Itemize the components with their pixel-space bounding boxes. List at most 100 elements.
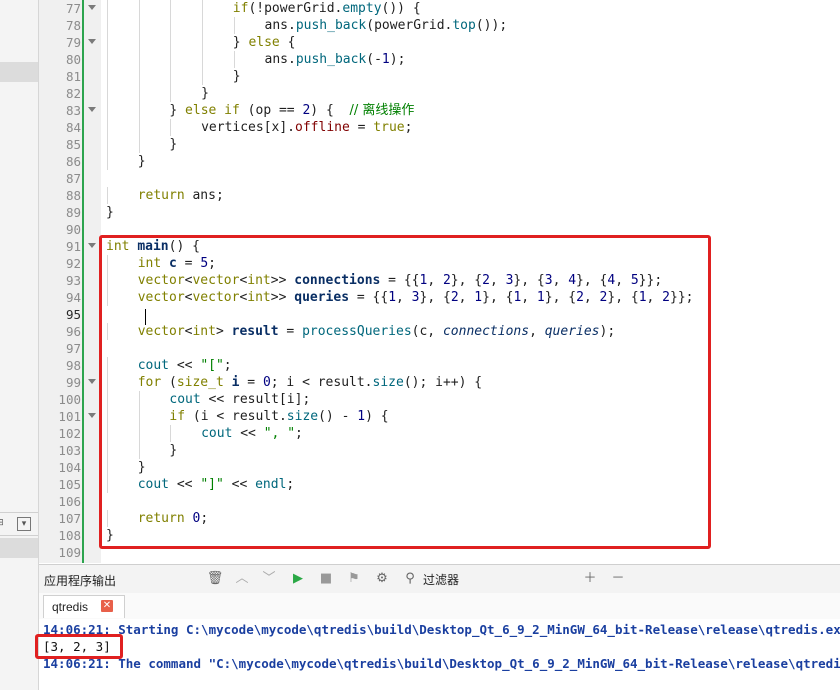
line-number: 91 <box>65 239 81 254</box>
line-number: 87 <box>65 171 81 186</box>
line-number: 97 <box>65 341 81 356</box>
code-text: } <box>169 137 178 152</box>
output-tab-bar: qtredis ✕ <box>39 593 840 619</box>
chevron-up-icon[interactable]: ︿ <box>233 570 251 588</box>
collapse-icon[interactable]: ▾ <box>17 517 31 531</box>
search-icon[interactable]: ⚲ <box>401 570 419 588</box>
indent-guide <box>107 85 108 102</box>
line-number: 101 <box>58 409 81 424</box>
highlight-box-main-function <box>99 235 711 549</box>
code-text: } <box>232 69 241 84</box>
line-number: 90 <box>65 222 81 237</box>
line-number: 93 <box>65 273 81 288</box>
line-number: 94 <box>65 290 81 305</box>
minus-icon[interactable]: － <box>609 570 627 588</box>
code-line[interactable]: 89} <box>39 204 840 221</box>
indent-guide <box>202 17 204 34</box>
line-number: 104 <box>58 460 81 475</box>
line-number: 83 <box>65 103 81 118</box>
fold-arrow-icon[interactable] <box>88 107 96 112</box>
line-number: 103 <box>58 443 81 458</box>
output-line-finished: 14:06:21: The command "C:\mycode\mycode\… <box>43 656 840 671</box>
filter-input[interactable]: 过滤器 <box>423 571 459 588</box>
indent-guide <box>107 102 108 119</box>
indent-guide <box>138 85 140 102</box>
line-number: 77 <box>65 1 81 16</box>
indent-guide <box>202 0 204 17</box>
code-line[interactable]: 86} <box>39 153 840 170</box>
indent-guide <box>107 119 108 136</box>
fold-arrow-icon[interactable] <box>88 379 96 384</box>
code-line[interactable]: 81} <box>39 68 840 85</box>
code-text: ans.push_back(powerGrid.top()); <box>264 18 508 33</box>
output-toolbar: 应用程序输出 🗑 ︿ ﹀ ▶ ■ ⚑ ⚙ ⚲ 过滤器 ＋ － <box>39 564 840 594</box>
chevron-down-icon[interactable]: ﹀ <box>260 570 278 588</box>
code-line[interactable]: 80 ans.push_back(-1); <box>39 51 840 68</box>
line-number: 88 <box>65 188 81 203</box>
fold-arrow-icon[interactable] <box>88 413 96 418</box>
line-number: 106 <box>58 494 81 509</box>
trash-icon[interactable]: 🗑 <box>206 570 224 588</box>
line-number: 92 <box>65 256 81 271</box>
indent-guide <box>202 68 204 85</box>
code-line[interactable]: 77 if(!powerGrid.empty()) { <box>39 0 840 17</box>
sidebar-tool-icon[interactable]: ⊟ <box>0 517 6 529</box>
code-text: } else { <box>232 35 296 50</box>
sidebar-selected-item[interactable] <box>0 62 38 82</box>
line-number: 95 <box>65 307 81 322</box>
indent-guide <box>170 85 172 102</box>
line-number: 100 <box>58 392 81 407</box>
close-icon[interactable]: ✕ <box>101 600 113 612</box>
stop-icon[interactable]: ■ <box>317 570 335 588</box>
left-sidebar: ⊟ ▾ <box>0 0 39 690</box>
code-text: ans.push_back(-1); <box>264 52 406 67</box>
code-line[interactable]: 83} else if (op == 2) { // 离线操作 <box>39 102 840 119</box>
indent-guide <box>170 51 172 68</box>
application-output[interactable]: 14:06:21: Starting C:\mycode\mycode\qtre… <box>39 619 840 690</box>
line-number: 84 <box>65 120 81 135</box>
plus-icon[interactable]: ＋ <box>581 570 599 588</box>
code-line[interactable]: 85} <box>39 136 840 153</box>
output-line-start: 14:06:21: Starting C:\mycode\mycode\qtre… <box>43 622 840 637</box>
indent-guide <box>138 119 140 136</box>
indent-guide <box>138 136 140 153</box>
line-number: 105 <box>58 477 81 492</box>
gear-icon[interactable]: ⚙ <box>373 570 391 588</box>
indent-guide <box>170 17 172 34</box>
play-icon[interactable]: ▶ <box>289 570 307 588</box>
code-text: return ans; <box>137 188 224 203</box>
tab-qtredis[interactable]: qtredis ✕ <box>43 595 125 618</box>
line-number: 107 <box>58 511 81 526</box>
tab-label: qtredis <box>52 600 89 614</box>
code-line[interactable]: 79} else { <box>39 34 840 51</box>
debug-run-icon[interactable]: ⚑ <box>345 570 363 588</box>
indent-guide <box>107 34 108 51</box>
indent-guide <box>107 51 108 68</box>
output-pane-title: 应用程序输出 <box>44 574 117 588</box>
code-line[interactable]: 78 ans.push_back(powerGrid.top()); <box>39 17 840 34</box>
indent-guide <box>170 34 172 51</box>
line-number: 82 <box>65 86 81 101</box>
line-number: 85 <box>65 137 81 152</box>
fold-arrow-icon[interactable] <box>88 5 96 10</box>
indent-guide <box>138 102 140 119</box>
code-text: if(!powerGrid.empty()) { <box>232 1 421 16</box>
fold-arrow-icon[interactable] <box>88 243 96 248</box>
code-text: } <box>106 205 114 220</box>
sidebar-selected-item-lower[interactable] <box>0 538 38 558</box>
indent-guide <box>138 68 140 85</box>
code-text: } <box>137 154 146 169</box>
fold-arrow-icon[interactable] <box>88 39 96 44</box>
code-line[interactable]: 84 vertices[x].offline = true; <box>39 119 840 136</box>
code-line[interactable]: 87 <box>39 170 840 187</box>
indent-guide <box>233 17 235 34</box>
indent-guide <box>107 153 108 170</box>
line-number: 96 <box>65 324 81 339</box>
indent-guide <box>138 51 140 68</box>
line-number: 86 <box>65 154 81 169</box>
code-line[interactable]: 82} <box>39 85 840 102</box>
indent-guide <box>170 0 172 17</box>
indent-guide <box>233 51 235 68</box>
line-number: 98 <box>65 358 81 373</box>
code-line[interactable]: 88 return ans; <box>39 187 840 204</box>
